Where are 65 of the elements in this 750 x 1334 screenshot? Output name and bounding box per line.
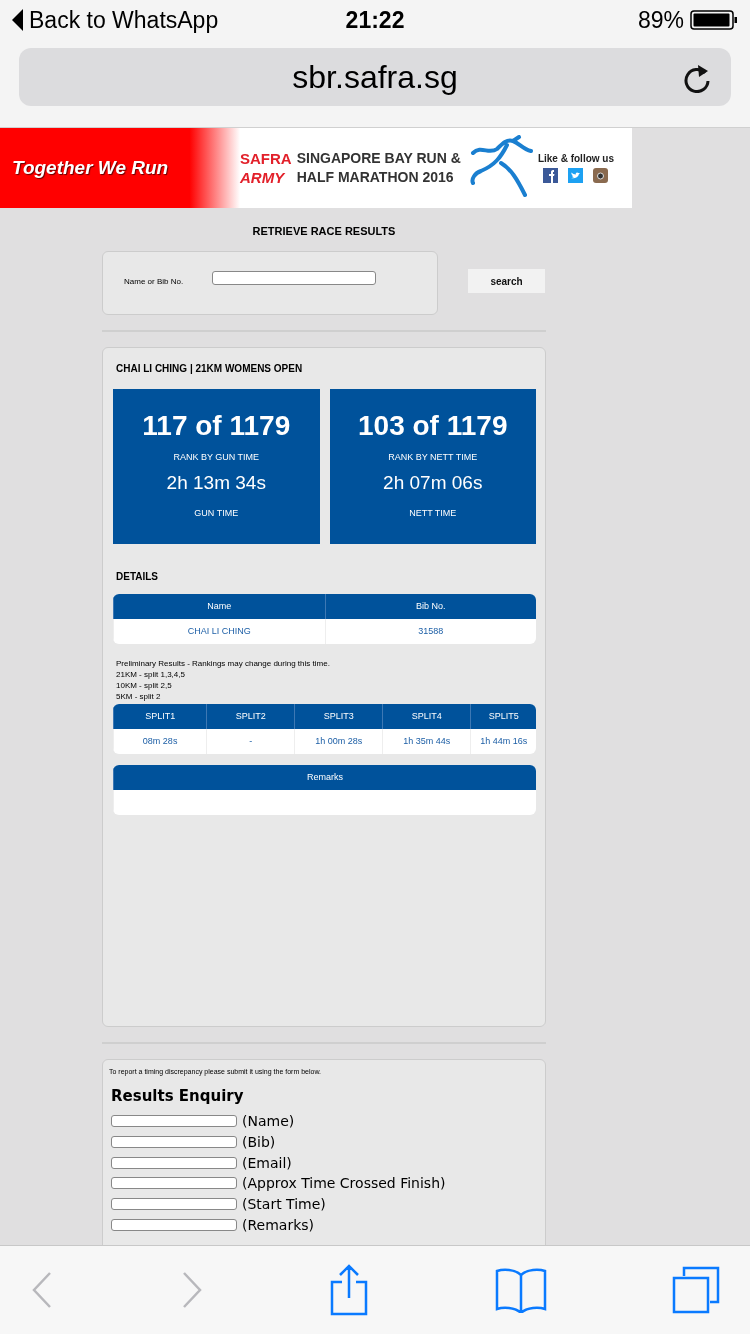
table-cell: 08m 28s	[113, 729, 207, 754]
field-label: Name or Bib No.	[124, 276, 185, 286]
time-value: 2h 13m 34s	[166, 472, 266, 494]
back-caret-icon[interactable]	[12, 9, 23, 31]
rank-label: RANK BY NETT TIME	[388, 452, 478, 462]
enquiry-input-field[interactable]	[111, 1136, 237, 1149]
column-header: Bib No.	[324, 594, 536, 619]
field-label: (Start Time)	[242, 1196, 326, 1213]
address-bar[interactable]: sbr.safra.sg	[19, 48, 731, 106]
note-text: Preliminary Results - Rankings may change during this time.	[116, 658, 331, 669]
table-cell: 1h 00m 28s	[294, 729, 383, 754]
rank-value: 103 of 1179	[358, 410, 508, 442]
rank-value: 117 of 1179	[142, 410, 291, 442]
search-button[interactable]: search	[468, 269, 545, 293]
book-icon[interactable]	[494, 1267, 547, 1313]
details-heading: DETAILS	[116, 571, 160, 582]
enquiry-input-field[interactable]	[111, 1198, 237, 1211]
enquiry-input-field[interactable]	[111, 1156, 237, 1169]
brand-name: ARMY	[240, 168, 286, 187]
social-label: Like & follow us	[537, 153, 614, 164]
column-header: Name	[113, 594, 325, 619]
name-input-field[interactable]	[212, 271, 376, 285]
share-icon[interactable]	[329, 1264, 369, 1316]
enquiry-input-field[interactable]	[111, 1177, 237, 1190]
table-cell: 1h 35m 44s	[382, 729, 471, 754]
column-header: SPLIT1	[113, 704, 207, 729]
column-header: SPLIT3	[294, 704, 383, 729]
time-value: 2h 07m 06s	[383, 472, 483, 494]
enquiry-input-field[interactable]	[111, 1115, 237, 1128]
brand-name: SAFRA	[240, 149, 292, 168]
field-label: (Approx Time Crossed Finish)	[242, 1175, 446, 1192]
column-header: SPLIT2	[206, 704, 295, 729]
page-title: RETRIEVE RACE RESULTS	[251, 225, 397, 237]
social-icon[interactable]	[593, 168, 609, 183]
enquiry-title: Results Enquiry	[111, 1087, 245, 1105]
table-cell: CHAI LI CHING	[113, 619, 325, 644]
back-link[interactable]: Back to WhatsApp	[29, 6, 219, 34]
banner-slogan: Together We Run	[11, 157, 170, 179]
reload-icon[interactable]	[683, 63, 711, 93]
table-cell: 1h 44m 16s	[470, 729, 536, 754]
url-text: sbr.safra.sg	[292, 58, 458, 96]
column-header: SPLIT5	[470, 704, 536, 729]
field-label: (Email)	[242, 1154, 292, 1171]
battery-percent: 89%	[637, 6, 684, 34]
social-icon[interactable]	[543, 168, 559, 183]
time-label: NETT TIME	[409, 508, 457, 518]
note-text: 5KM - split 2	[116, 691, 162, 702]
column-header: Remarks	[113, 765, 536, 790]
table-cell: -	[206, 729, 295, 754]
event-title: SINGAPORE BAY RUN &	[296, 149, 461, 168]
field-label: (Remarks)	[242, 1216, 314, 1233]
event-title: HALF MARATHON 2016	[296, 168, 455, 187]
field-label: (Bib)	[242, 1134, 276, 1151]
table-cell: 31588	[324, 619, 536, 644]
tabs-icon[interactable]	[672, 1266, 720, 1314]
column-header: SPLIT4	[382, 704, 471, 729]
field-label: (Name)	[242, 1113, 295, 1130]
time-label: GUN TIME	[194, 508, 239, 518]
note-text: 21KM - split 1,3,4,5	[116, 669, 186, 680]
status-time: 21:22	[345, 6, 405, 34]
enquiry-input-field[interactable]	[111, 1218, 237, 1231]
note-text: 10KM - split 2,5	[116, 680, 173, 691]
battery-icon	[690, 10, 738, 30]
rank-label: RANK BY GUN TIME	[173, 452, 260, 462]
result-heading: CHAI LI CHING | 21KM WOMENS OPEN	[116, 363, 304, 374]
